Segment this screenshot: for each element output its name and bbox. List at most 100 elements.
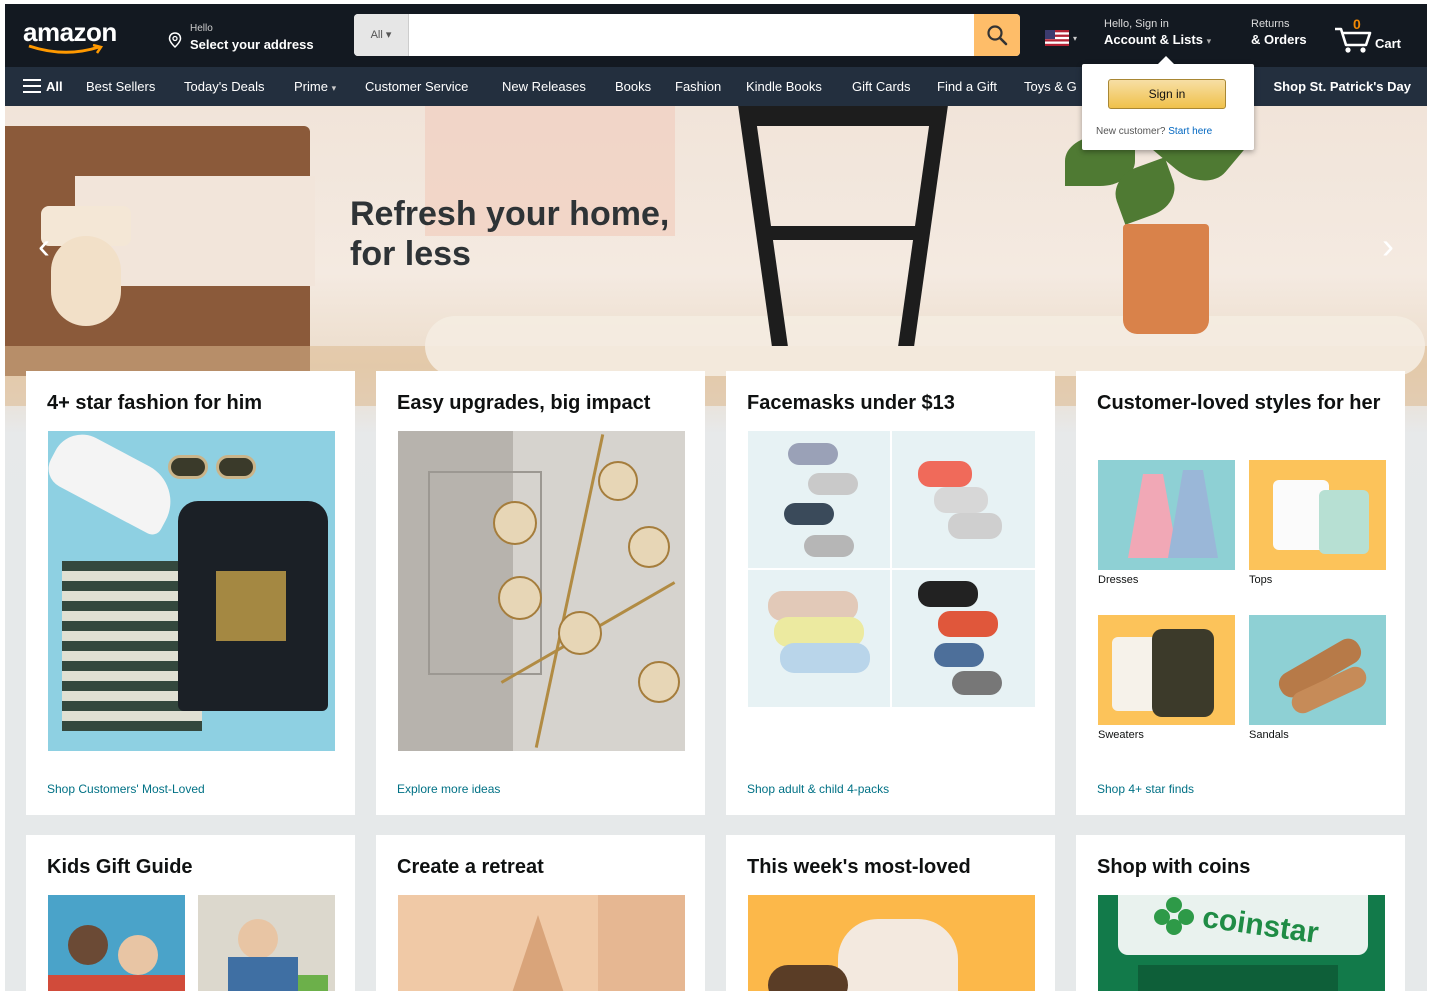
coinstar-clover-icon [1154, 897, 1194, 937]
subnav-item-todays-deals[interactable]: Today's Deals [184, 67, 265, 106]
new-customer-label: New customer? [1096, 126, 1166, 137]
card-facemasks: Facemasks under $13 Shop adult & child 4… [726, 371, 1055, 815]
hero-stool [745, 106, 945, 126]
sunglasses-shape [168, 451, 258, 481]
search-bar: All ▾ [354, 14, 1020, 56]
card-link[interactable]: Shop Customers' Most-Loved [47, 782, 205, 796]
sign-in-flyout: Sign in New customer? Start here [1082, 56, 1254, 150]
card-most-loved: This week's most-loved [726, 835, 1055, 991]
cart-icon [1335, 27, 1372, 53]
cart-label: Cart [1375, 36, 1402, 51]
hero-title-line2: for less [350, 235, 471, 273]
us-flag-icon [1045, 30, 1069, 46]
card-easy-upgrades: Easy upgrades, big impact Explore more i… [376, 371, 705, 815]
account-label: Account & Lists [1104, 32, 1203, 47]
search-category-value: All [370, 29, 383, 41]
chevron-down-icon: ▾ [1206, 36, 1212, 46]
card-image[interactable] [748, 431, 1035, 707]
hero-plant-pot [1123, 224, 1209, 334]
tile-image [1098, 460, 1235, 570]
tile-caption: Tops [1249, 574, 1273, 586]
account-and-lists[interactable]: Hello, Sign in Account & Lists ▾ [1104, 18, 1244, 56]
account-greeting: Hello, Sign in [1104, 18, 1169, 30]
carousel-prev-icon[interactable]: ‹ [29, 224, 59, 268]
card-image[interactable]: coinstar [1098, 895, 1385, 991]
card-link[interactable]: Explore more ideas [397, 782, 500, 796]
card-title: Customer-loved styles for her [1097, 392, 1381, 414]
card-title: Facemasks under $13 [747, 392, 955, 414]
hamburger-icon [23, 79, 41, 94]
subnav-item-new-releases[interactable]: New Releases [502, 67, 586, 106]
tile-image [1249, 615, 1386, 725]
card-title: Easy upgrades, big impact [397, 392, 651, 414]
account-label-row: Account & Lists ▾ [1104, 32, 1244, 47]
chevron-down-icon: ▾ [385, 29, 392, 41]
card-image[interactable] [48, 431, 335, 751]
tile-caption: Sandals [1249, 729, 1289, 741]
subnav-item-best-sellers[interactable]: Best Sellers [86, 67, 155, 106]
returns-and-orders[interactable]: Returns & Orders [1251, 18, 1325, 56]
all-menu-button[interactable]: All [23, 67, 63, 106]
language-selector[interactable]: ▾ [1045, 30, 1077, 46]
card-title: Kids Gift Guide [47, 856, 193, 878]
hero-decor [425, 316, 1425, 376]
tile-caption: Dresses [1098, 574, 1139, 586]
amazon-logo[interactable]: amazon [21, 14, 131, 58]
card-shop-with-coins: Shop with coins coinstar [1076, 835, 1405, 991]
card-title: Shop with coins [1097, 856, 1251, 878]
search-button[interactable] [974, 14, 1020, 56]
card-kids-gift-guide: Kids Gift Guide [26, 835, 355, 991]
subnav-item-customer-service[interactable]: Customer Service [365, 67, 468, 106]
card-image[interactable] [748, 895, 1035, 991]
card-link[interactable]: Shop 4+ star finds [1097, 782, 1194, 796]
hero-headline: Refresh your home, for less [350, 194, 669, 274]
card-image[interactable] [398, 895, 685, 991]
subnav-item-kindle-books[interactable]: Kindle Books [746, 67, 822, 106]
subnav-item-fashion[interactable]: Fashion [675, 67, 721, 106]
subnav-item-toys[interactable]: Toys & G [1024, 67, 1077, 106]
top-nav: amazon Hello Select your address All ▾ ▾… [5, 4, 1427, 67]
card-link[interactable]: Shop adult & child 4-packs [747, 782, 889, 796]
address-greeting: Hello [190, 23, 213, 34]
subnav-item-find-a-gift[interactable]: Find a Gift [937, 67, 997, 106]
card-title: 4+ star fashion for him [47, 392, 263, 414]
returns-label: Returns [1251, 18, 1290, 30]
sign-in-button[interactable]: Sign in [1108, 79, 1226, 109]
hero-lamp [51, 236, 121, 326]
subnav-item-books[interactable]: Books [615, 67, 651, 106]
location-pin-icon [168, 32, 182, 48]
deliver-to-address[interactable]: Hello Select your address [168, 20, 338, 54]
all-menu-label: All [46, 79, 63, 94]
tile-image [1249, 460, 1386, 570]
card-create-a-retreat: Create a retreat [376, 835, 705, 991]
amazon-homepage: amazon Hello Select your address All ▾ ▾… [5, 4, 1427, 991]
search-icon [987, 25, 1008, 46]
hero-title-line1: Refresh your home, [350, 195, 670, 233]
card-styles-for-her: Customer-loved styles for her Dresses To… [1076, 371, 1405, 815]
search-input[interactable] [410, 14, 966, 56]
start-here-link[interactable]: Start here [1168, 126, 1212, 137]
card-image[interactable] [398, 431, 685, 751]
cart-button[interactable]: 0 Cart [1333, 16, 1413, 56]
hero-stool [765, 226, 925, 240]
card-image-right[interactable] [198, 895, 335, 991]
card-title: Create a retreat [397, 856, 544, 878]
sneaker-shape [48, 431, 185, 539]
search-category-select[interactable]: All ▾ [354, 14, 409, 56]
card-fashion-for-him: 4+ star fashion for him Shop Customers' … [26, 371, 355, 815]
chevron-down-icon: ▾ [331, 83, 337, 93]
card-image-left[interactable] [48, 895, 185, 991]
address-label: Select your address [190, 37, 314, 52]
tile-caption: Sweaters [1098, 729, 1144, 741]
carousel-next-icon[interactable]: › [1373, 224, 1403, 268]
subnav-item-prime-label: Prime [294, 79, 328, 94]
logo-smile-icon [28, 44, 104, 54]
subnav-item-gift-cards[interactable]: Gift Cards [852, 67, 911, 106]
orders-label: & Orders [1251, 32, 1307, 47]
card-title: This week's most-loved [747, 856, 971, 878]
tshirt-shape [178, 501, 328, 711]
tile-image [1098, 615, 1235, 725]
new-customer-text: New customer? Start here [1096, 126, 1212, 137]
subnav-item-prime[interactable]: Prime ▾ [294, 67, 336, 106]
subnav-promo-st-patricks[interactable]: Shop St. Patrick's Day [1274, 67, 1411, 106]
